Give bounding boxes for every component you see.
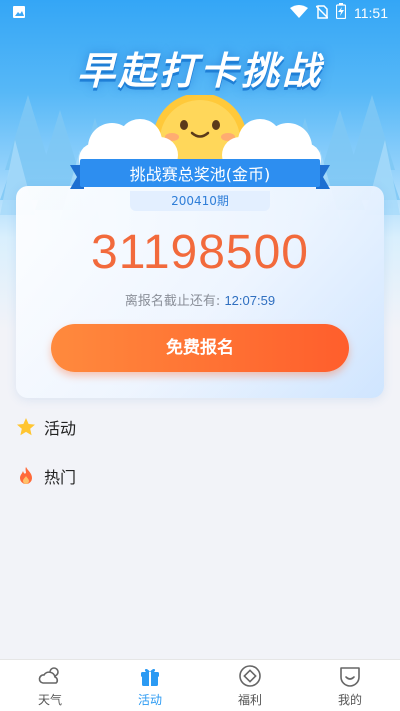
battery-charging-icon (335, 3, 347, 23)
section-activities: 活动 (16, 415, 76, 439)
section-title-activities: 活动 (44, 419, 77, 438)
free-signup-button[interactable]: 免费报名 (51, 324, 349, 372)
page-title: 早起打卡挑战 (76, 49, 323, 93)
nav-item-welfare[interactable]: 福利 (200, 663, 300, 708)
nav-item-activities[interactable]: 活动 (100, 663, 200, 708)
image-icon (12, 4, 26, 23)
status-bar: 11:51 (0, 0, 400, 26)
section-title-hot: 热门 (44, 468, 77, 487)
deadline-label: 离报名截止还有: (124, 294, 221, 309)
prize-amount: 31198500 (91, 226, 309, 279)
star-icon (16, 417, 36, 437)
status-time: 11:51 (354, 5, 388, 21)
weather-icon (37, 663, 63, 689)
nav-label-activities: 活动 (137, 693, 162, 707)
no-sim-icon (315, 4, 329, 23)
prize-pool-label: 挑战赛总奖池(金币) (129, 165, 271, 184)
period-label: 200410期 (130, 191, 270, 211)
nav-label-welfare: 福利 (237, 693, 262, 707)
countdown-timer: 12:07:59 (224, 293, 276, 308)
signup-deadline: 离报名截止还有: 12:07:59 (16, 290, 384, 309)
fire-icon (16, 466, 36, 486)
prize-pool-ribbon: 挑战赛总奖池(金币) (70, 159, 330, 191)
nav-label-weather: 天气 (37, 693, 62, 707)
nav-item-weather[interactable]: 天气 (0, 663, 100, 708)
nav-label-profile: 我的 (337, 693, 362, 707)
section-hot: 热门 (16, 464, 76, 488)
bottom-nav: 天气 活动 福利 我的 (0, 659, 400, 711)
gift-icon (137, 663, 163, 689)
coin-icon (237, 663, 263, 689)
nav-item-profile[interactable]: 我的 (300, 663, 400, 708)
wifi-icon (290, 4, 308, 23)
profile-icon (337, 663, 363, 689)
